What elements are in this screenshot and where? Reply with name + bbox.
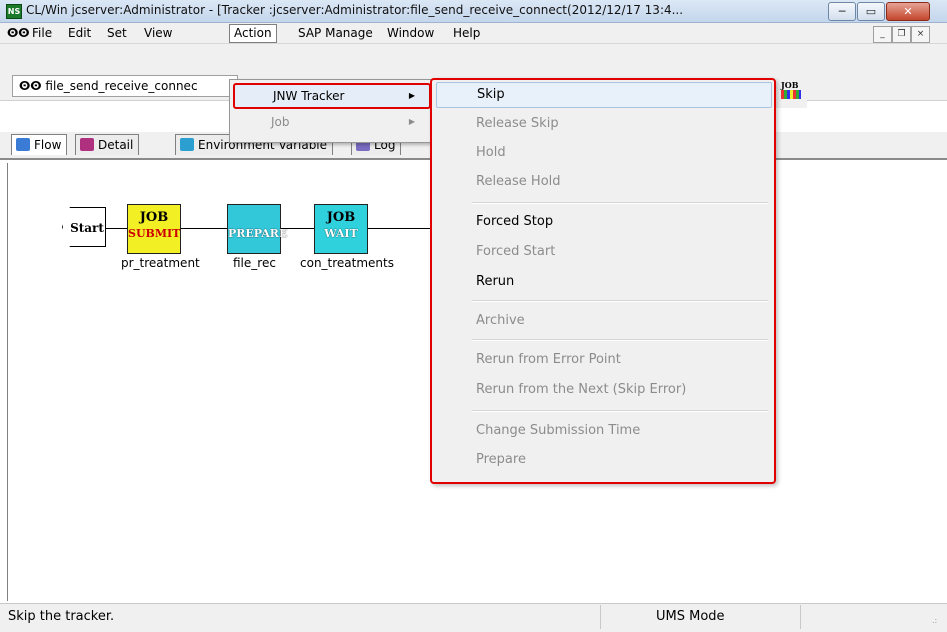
mdi-minimize-icon[interactable]: _ [873,26,892,43]
menu-view[interactable]: View [142,25,174,41]
menu-item-label: Rerun [476,274,515,289]
menu-item-rerun-from-error-point[interactable]: Rerun from Error Point [436,347,770,373]
status-message: Skip the tracker. [8,609,115,624]
menu-separator [472,202,768,204]
detail-icon [80,138,94,151]
menu-item-jnw-tracker[interactable]: JNW Tracker ▶ [233,83,431,109]
menu-separator [472,300,768,302]
jnw-tracker-submenu: Skip Release Skip Hold Release Hold Forc… [430,78,776,484]
jobnet-name-box: ⵙⵙ file_send_receive_connec [12,75,238,97]
tab-detail-label: Detail [98,138,134,152]
status-bar [0,603,947,632]
menu-item-label: Rerun from the Next (Skip Error) [476,382,687,397]
menu-window[interactable]: Window [385,25,436,41]
menu-item-change-submission-time[interactable]: Change Submission Time [436,418,770,444]
jobnet-icon: ⵙⵙ [19,79,42,93]
menu-item-label: Forced Stop [476,214,554,229]
job-wait-node[interactable]: JOB WAIT [314,204,368,254]
document-icon[interactable]: ⵙⵙ [5,25,32,41]
menu-item-label: Release Hold [476,174,561,189]
menu-item-label: Release Skip [476,116,559,131]
logo-text: JOB [781,80,799,90]
action-menu: JNW Tracker ▶ Job ▶ [229,79,435,143]
menu-edit[interactable]: Edit [66,25,93,41]
tab-flow[interactable]: Flow [11,134,68,155]
menu-help[interactable]: Help [451,25,482,41]
node-type-line2: WAIT [324,227,358,240]
menu-item-hold[interactable]: Hold [436,140,770,166]
minimize-icon: ─ [838,5,846,18]
jnw-logo: JOB [773,78,807,108]
window-title: CL/Win jcserver:Administrator - [Tracker… [26,3,684,17]
start-node[interactable]: Start [62,207,106,247]
menu-separator [472,339,768,341]
node-type-line1: JOB [139,210,169,225]
menu-item-rerun[interactable]: Rerun [436,269,770,295]
menu-item-label: Hold [476,145,506,160]
menu-item-archive[interactable]: Archive [436,308,770,334]
app-icon: NS [6,4,22,19]
node-type-line2: SUBMIT [128,227,181,240]
menu-item-label: Prepare [476,452,526,467]
status-divider [800,605,801,629]
menu-file[interactable]: File [30,25,54,41]
node-label-con-treatments: con_treatments [300,256,394,270]
menu-item-label: Skip [477,87,505,102]
menu-item-rerun-from-next[interactable]: Rerun from the Next (Skip Error) [436,377,770,403]
close-button[interactable]: ✕ [886,2,930,21]
status-mode: UMS Mode [656,609,725,624]
prepare-node[interactable]: PREPARE [227,204,288,254]
node-type-line2: PREPARE [228,227,288,240]
submenu-arrow-icon: ▶ [408,91,415,100]
tab-flow-label: Flow [34,138,62,152]
menu-item-release-skip[interactable]: Release Skip [436,111,770,137]
menu-item-label: Archive [476,313,525,328]
job-submit-node[interactable]: JOB SUBMIT [127,204,181,254]
menu-item-label: Change Submission Time [476,423,641,438]
menu-item-job[interactable]: Job ▶ [233,110,429,134]
mdi-close-icon[interactable]: × [911,26,930,43]
menu-item-label: Forced Start [476,244,556,259]
maximize-button[interactable]: ▭ [857,2,885,21]
menu-item-label: JNW Tracker [273,89,345,103]
menu-item-prepare[interactable]: Prepare [436,447,770,473]
node-label-file-rec: file_rec [233,256,276,270]
tab-detail[interactable]: Detail [75,134,140,155]
logo-stripes [781,90,801,99]
flow-icon [16,138,30,151]
menu-separator [472,410,768,412]
menu-item-label: Job [271,115,290,129]
submenu-arrow-icon: ▶ [408,117,415,126]
environment-icon [180,138,194,151]
menu-item-release-hold[interactable]: Release Hold [436,169,770,195]
node-type-line1 [228,209,280,227]
menu-action[interactable]: Action [229,24,277,43]
menu-item-label: Rerun from Error Point [476,352,621,367]
jobnet-name: file_send_receive_connec [45,79,198,93]
minimize-button[interactable]: ─ [828,2,856,21]
menu-set[interactable]: Set [105,25,129,41]
menu-item-forced-stop[interactable]: Forced Stop [436,209,770,235]
mdi-restore-icon[interactable]: ❐ [892,26,911,43]
status-divider [600,605,601,629]
menu-sap-manage[interactable]: SAP Manage [296,25,375,41]
resize-grip-icon[interactable]: .: [932,616,942,626]
maximize-icon: ▭ [865,5,877,18]
menu-item-skip[interactable]: Skip [436,82,772,108]
node-type-line1: JOB [326,210,356,225]
menu-item-forced-start[interactable]: Forced Start [436,239,770,265]
node-label-pr-treatment: pr_treatment [121,256,200,270]
close-icon: ✕ [903,5,913,18]
